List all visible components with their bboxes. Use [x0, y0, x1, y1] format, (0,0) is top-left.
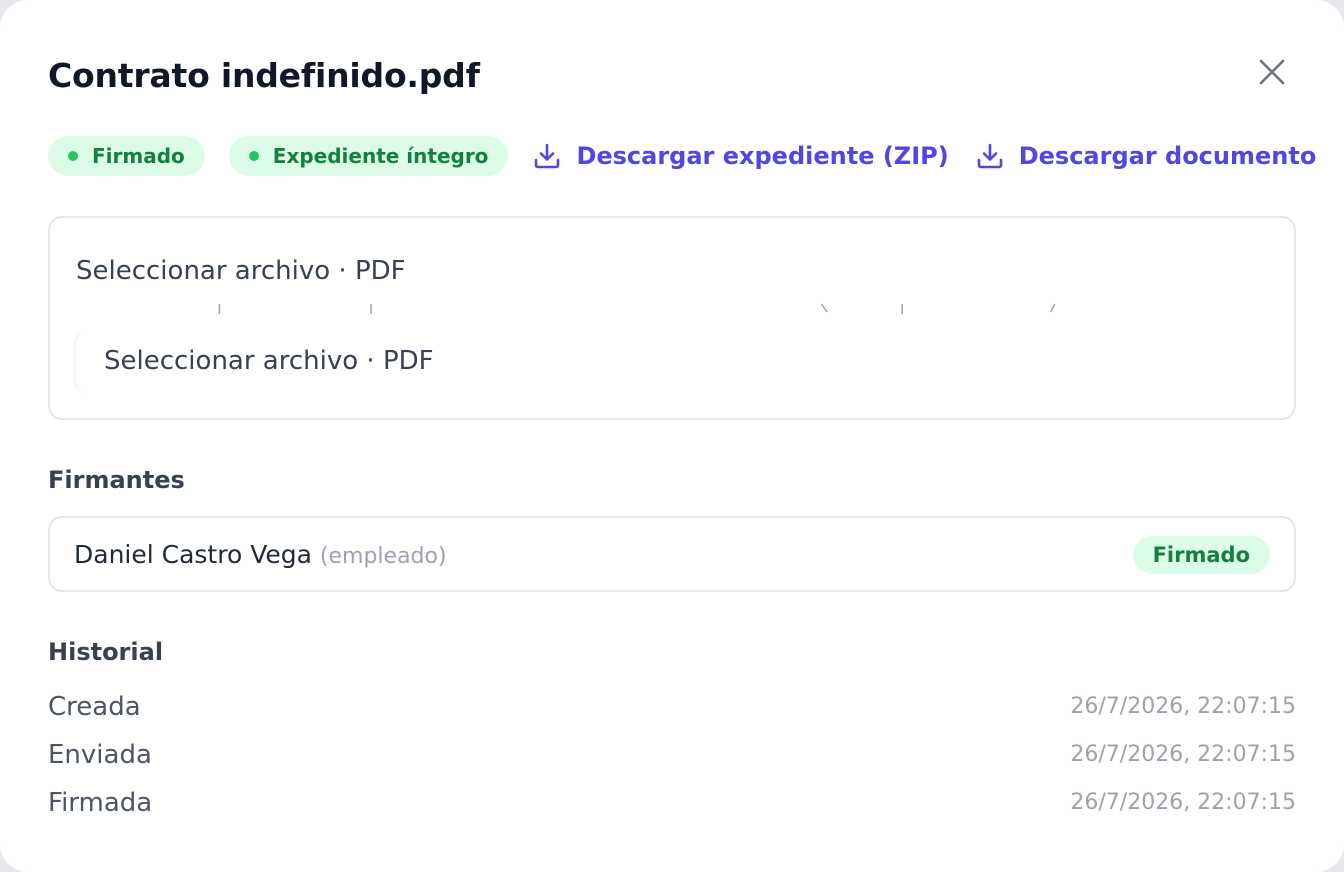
integrity-badge: Expediente íntegro — [228, 136, 509, 176]
document-detail-modal: Contrato indefinido.pdf Firmado Expedien… — [0, 0, 1344, 872]
actions-bar: Firmado Expediente íntegro Descargar exp… — [48, 136, 1342, 176]
history-event-time: 26/7/2026, 22:07:15 — [1070, 694, 1296, 719]
history-row: Enviada 26/7/2026, 22:07:15 — [48, 740, 1296, 776]
download-icon — [977, 143, 1003, 169]
download-zip-label: Descargar expediente (ZIP) — [576, 142, 949, 170]
signer-name: Daniel Castro Vega (empleado) — [74, 540, 447, 569]
file-input-secondary[interactable]: Seleccionar archivo · PDF — [104, 346, 434, 376]
preview-clipped-text-decoration — [218, 303, 1056, 314]
history-event-label: Enviada — [48, 740, 152, 770]
history-event-label: Creada — [48, 692, 141, 722]
download-icon — [535, 143, 560, 169]
document-preview: Seleccionar archivo · PDF Seleccionar ar… — [48, 216, 1296, 420]
download-document-label: Descargar documento — [1018, 142, 1317, 170]
status-dot-icon — [248, 151, 259, 161]
signer-row: Daniel Castro Vega (empleado) Firmado — [48, 516, 1296, 592]
integrity-badge-label: Expediente íntegro — [272, 144, 489, 168]
download-document-button[interactable]: Descargar documento — [975, 141, 1317, 171]
signers-section-title: Firmantes — [48, 466, 185, 494]
file-input-primary[interactable]: Seleccionar archivo · PDF — [76, 256, 406, 286]
history-event-time: 26/7/2026, 22:07:15 — [1070, 790, 1296, 815]
signer-status-badge: Firmado — [1132, 536, 1270, 574]
modal-title: Contrato indefinido.pdf — [48, 56, 480, 95]
history-event-time: 26/7/2026, 22:07:15 — [1070, 742, 1296, 767]
history-section-title: Historial — [48, 638, 164, 666]
close-button[interactable] — [1252, 52, 1292, 92]
status-badge-signed: Firmado — [48, 136, 205, 176]
download-zip-button[interactable]: Descargar expediente (ZIP) — [532, 141, 949, 171]
signer-role: (empleado) — [319, 544, 447, 569]
history-row: Creada 26/7/2026, 22:07:15 — [48, 692, 1296, 728]
history-row: Firmada 26/7/2026, 22:07:15 — [48, 788, 1296, 824]
status-dot-icon — [68, 151, 78, 161]
file-input-secondary-wrapper: Seleccionar archivo · PDF — [74, 330, 496, 394]
close-icon — [1259, 59, 1285, 85]
signer-name-text: Daniel Castro Vega — [74, 540, 312, 569]
history-event-label: Firmada — [48, 788, 153, 818]
status-badge-label: Firmado — [92, 144, 185, 168]
